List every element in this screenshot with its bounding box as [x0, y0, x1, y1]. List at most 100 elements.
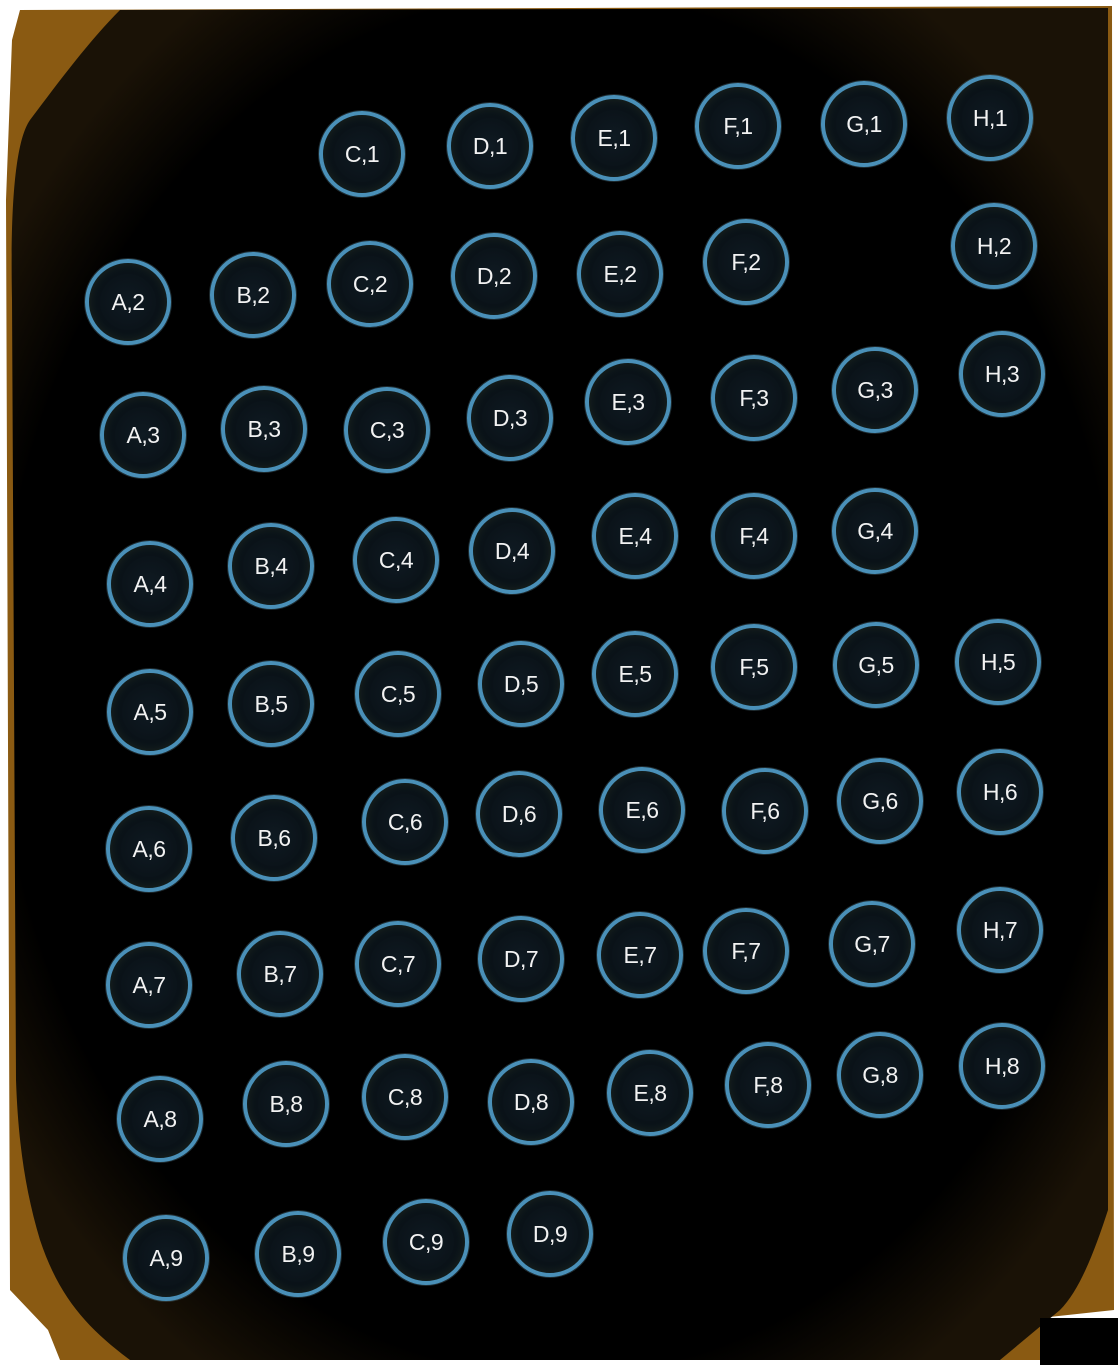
sample-well[interactable]: B,4 — [228, 523, 314, 609]
sample-well[interactable]: C,6 — [362, 779, 448, 865]
sample-well[interactable]: D,8 — [488, 1059, 574, 1145]
sample-well[interactable]: A,3 — [100, 392, 186, 478]
sample-well[interactable]: C,7 — [355, 921, 441, 1007]
sample-well[interactable]: A,5 — [107, 669, 193, 755]
well-label: B,3 — [247, 415, 281, 442]
well-label: G,8 — [862, 1061, 898, 1088]
well-label: B,4 — [254, 552, 288, 579]
sample-well[interactable]: F,6 — [722, 768, 808, 854]
well-label: A,9 — [149, 1244, 183, 1271]
sample-well[interactable]: A,4 — [107, 541, 193, 627]
well-label: D,7 — [503, 945, 539, 972]
sample-well[interactable]: B,2 — [210, 252, 296, 338]
well-label: A,8 — [143, 1105, 177, 1132]
sample-well[interactable]: C,4 — [353, 517, 439, 603]
sample-well[interactable]: C,2 — [327, 241, 413, 327]
sample-well[interactable]: F,3 — [711, 355, 797, 441]
slide-viewer: C,1 D,1 E,1 F,1 G,1 H,1 A,2 B,2 C,2 D,2 E,2 F,2 H,2 A… — [0, 0, 1118, 1365]
well-label: C,9 — [408, 1228, 444, 1255]
sample-well[interactable]: F,1 — [695, 83, 781, 169]
sample-well[interactable]: B,7 — [237, 931, 323, 1017]
sample-well[interactable]: F,8 — [725, 1042, 811, 1128]
well-label: D,8 — [513, 1088, 549, 1115]
sample-well[interactable]: F,5 — [711, 624, 797, 710]
well-label: C,3 — [369, 416, 405, 443]
well-label: G,5 — [858, 651, 894, 678]
sample-well[interactable]: G,4 — [832, 488, 918, 574]
sample-well[interactable]: C,8 — [362, 1054, 448, 1140]
sample-well[interactable]: H,8 — [959, 1023, 1045, 1109]
well-label: C,6 — [387, 808, 423, 835]
sample-well[interactable]: H,1 — [947, 75, 1033, 161]
well-label: H,2 — [976, 232, 1012, 259]
sample-well[interactable]: H,7 — [957, 887, 1043, 973]
sample-well[interactable]: D,6 — [476, 771, 562, 857]
well-label: A,3 — [126, 421, 160, 448]
sample-well[interactable]: G,3 — [832, 347, 918, 433]
well-label: F,6 — [750, 797, 780, 824]
sample-well[interactable]: D,9 — [507, 1191, 593, 1277]
sample-well[interactable]: E,7 — [597, 912, 683, 998]
sample-well[interactable]: D,4 — [469, 508, 555, 594]
sample-well[interactable]: E,8 — [607, 1050, 693, 1136]
well-label: F,5 — [739, 653, 769, 680]
sample-well[interactable]: G,6 — [837, 758, 923, 844]
well-label: H,5 — [980, 648, 1016, 675]
well-label: A,4 — [133, 570, 167, 597]
sample-well[interactable]: A,8 — [117, 1076, 203, 1162]
sample-well[interactable]: A,9 — [123, 1215, 209, 1301]
sample-well[interactable]: B,8 — [243, 1061, 329, 1147]
sample-well[interactable]: E,5 — [592, 631, 678, 717]
sample-well[interactable]: B,3 — [221, 386, 307, 472]
sample-well[interactable]: A,7 — [106, 942, 192, 1028]
sample-well[interactable]: G,8 — [837, 1032, 923, 1118]
sample-well[interactable]: D,7 — [478, 916, 564, 1002]
well-label: G,4 — [857, 517, 893, 544]
well-label: B,6 — [257, 824, 291, 851]
sample-well[interactable]: B,6 — [231, 795, 317, 881]
well-label: H,1 — [972, 104, 1008, 131]
well-label: H,8 — [984, 1052, 1020, 1079]
well-label: F,4 — [739, 522, 769, 549]
sample-well[interactable]: H,5 — [955, 619, 1041, 705]
sample-well[interactable]: F,7 — [703, 908, 789, 994]
well-label: A,6 — [132, 835, 166, 862]
sample-well[interactable]: E,6 — [599, 767, 685, 853]
sample-well[interactable]: F,2 — [703, 219, 789, 305]
well-label: B,2 — [236, 281, 270, 308]
sample-well[interactable]: A,2 — [85, 259, 171, 345]
well-label: F,3 — [739, 384, 769, 411]
sample-well[interactable]: C,5 — [355, 651, 441, 737]
sample-well[interactable]: D,1 — [447, 103, 533, 189]
well-label: G,1 — [846, 110, 882, 137]
sample-well[interactable]: H,6 — [957, 749, 1043, 835]
well-label: C,5 — [380, 680, 416, 707]
sample-well[interactable]: B,5 — [228, 661, 314, 747]
sample-well[interactable]: F,4 — [711, 493, 797, 579]
well-label: C,8 — [387, 1083, 423, 1110]
sample-well[interactable]: E,2 — [577, 231, 663, 317]
sample-well[interactable]: C,1 — [319, 111, 405, 197]
sample-well[interactable]: E,1 — [571, 95, 657, 181]
well-label: A,7 — [132, 971, 166, 998]
sample-well[interactable]: A,6 — [106, 806, 192, 892]
sample-well[interactable]: G,1 — [821, 81, 907, 167]
sample-well[interactable]: E,3 — [585, 359, 671, 445]
sample-well[interactable]: B,9 — [255, 1211, 341, 1297]
sample-well[interactable]: D,2 — [451, 233, 537, 319]
well-label: F,1 — [723, 112, 753, 139]
sample-well[interactable]: E,4 — [592, 493, 678, 579]
sample-well[interactable]: G,5 — [833, 622, 919, 708]
well-label: E,8 — [633, 1079, 667, 1106]
sample-well[interactable]: H,3 — [959, 331, 1045, 417]
sample-well[interactable]: G,7 — [829, 901, 915, 987]
sample-well[interactable]: H,2 — [951, 203, 1037, 289]
sample-well[interactable]: C,9 — [383, 1199, 469, 1285]
well-label: D,4 — [494, 537, 530, 564]
well-label: H,7 — [982, 916, 1018, 943]
sample-well[interactable]: C,3 — [344, 387, 430, 473]
sample-well[interactable]: D,5 — [478, 641, 564, 727]
well-label: G,7 — [854, 930, 890, 957]
sample-well[interactable]: D,3 — [467, 375, 553, 461]
well-label: E,5 — [618, 660, 652, 687]
